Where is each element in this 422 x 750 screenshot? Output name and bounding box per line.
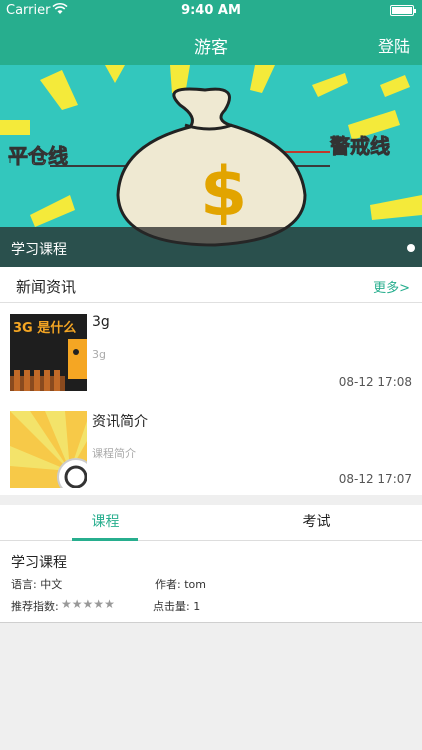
tab-bar: 课程 考试 — [0, 505, 422, 541]
svg-text:$: $ — [200, 153, 247, 232]
banner-caption-bar: 学习课程 — [0, 227, 422, 267]
star-icon: ★ — [82, 597, 94, 611]
app-header: Carrier 9:40 AM 游客 登陆 — [0, 0, 422, 65]
news-item-date: 08-12 17:07 — [338, 472, 412, 486]
course-name: 学习课程 — [11, 555, 67, 571]
news-thumbnail — [10, 411, 87, 488]
news-item-title: 3g — [92, 314, 110, 330]
svg-text:平仓线: 平仓线 — [8, 144, 68, 168]
news-title: 新闻资讯 — [16, 278, 77, 296]
news-section: 新闻资讯 更多> 3G 是什么 3g 3g 08-12 17:08 资讯简介 课… — [0, 267, 422, 495]
banner-carousel[interactable]: $ 平仓线 警戒线 学习课程 — [0, 65, 422, 267]
course-language: 语言: 中文 — [11, 578, 63, 591]
news-header: 新闻资讯 更多> — [0, 267, 422, 303]
more-link[interactable]: 更多> — [373, 277, 410, 296]
star-icon: ★ — [93, 597, 105, 611]
page-indicator-dot[interactable] — [407, 244, 415, 252]
page-title: 游客 — [194, 38, 228, 58]
course-card[interactable]: 学习课程 语言: 中文 作者: tom 推荐指数: ★★★★★ 点击量: 1 — [0, 541, 422, 623]
news-item-summary: 课程简介 — [92, 447, 136, 460]
banner-caption: 学习课程 — [11, 242, 67, 258]
status-time: 9:40 AM — [181, 3, 241, 18]
status-bar: Carrier 9:40 AM — [0, 0, 422, 22]
star-icon: ★ — [61, 597, 72, 611]
tab-courses[interactable]: 课程 — [0, 505, 211, 541]
news-item-title: 资讯简介 — [92, 414, 148, 430]
news-item-summary: 3g — [92, 348, 106, 361]
svg-text:3G 是什么: 3G 是什么 — [13, 320, 76, 336]
battery-icon — [390, 5, 416, 16]
course-rating-label: 推荐指数: — [11, 600, 59, 613]
star-icon: ★ — [104, 597, 115, 611]
news-thumbnail: 3G 是什么 — [10, 314, 87, 391]
news-item-date: 08-12 17:08 — [338, 375, 412, 389]
news-item[interactable]: 资讯简介 课程简介 08-12 17:07 — [0, 401, 422, 495]
course-author: 作者: tom — [155, 578, 206, 591]
svg-text:警戒线: 警戒线 — [330, 134, 390, 158]
news-item[interactable]: 3G 是什么 3g 3g 08-12 17:08 — [0, 304, 422, 398]
star-icon: ★ — [71, 597, 83, 611]
course-clicks: 点击量: 1 — [153, 600, 201, 613]
tab-exams[interactable]: 考试 — [211, 505, 422, 541]
login-button[interactable]: 登陆 — [378, 33, 410, 57]
star-rating: ★★★★★ — [61, 597, 115, 611]
